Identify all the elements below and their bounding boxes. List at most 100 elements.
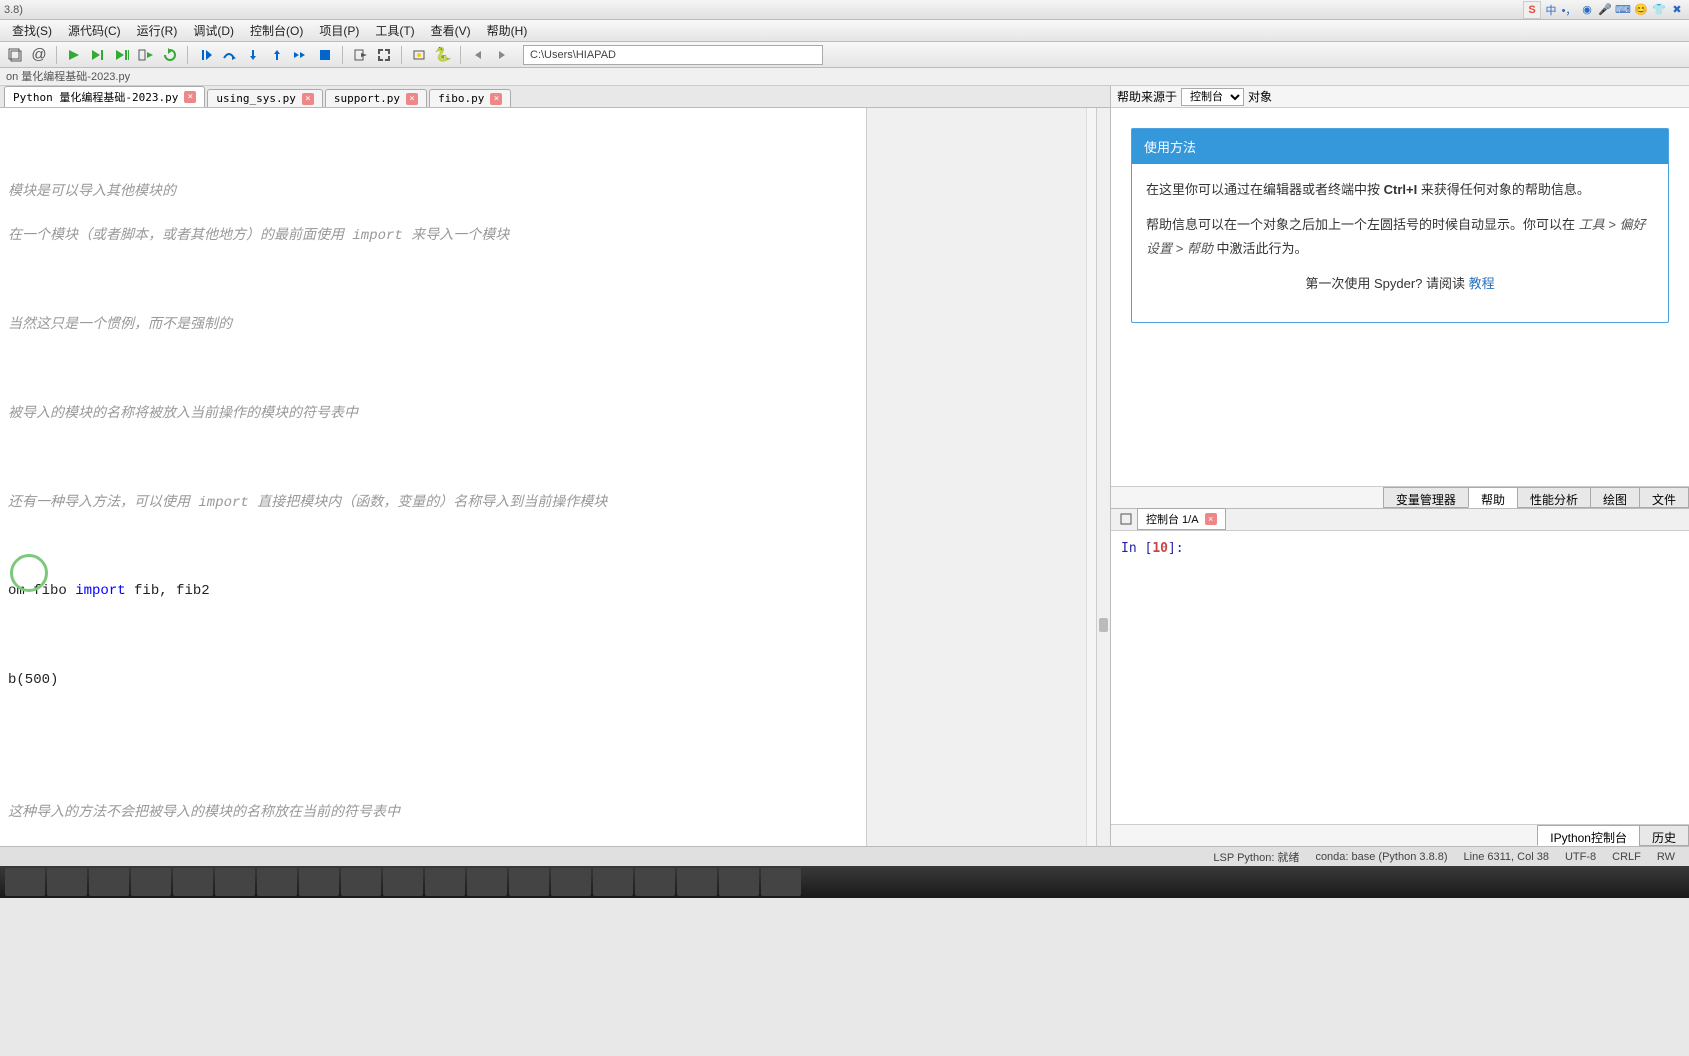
- code-comment: 模块是可以导入其他模块的: [8, 181, 858, 203]
- tab-label: Python 量化编程基础-2023.py: [13, 89, 178, 105]
- task-item[interactable]: [761, 868, 801, 896]
- pythonpath-icon[interactable]: [408, 44, 430, 66]
- menu-project[interactable]: 项目(P): [311, 20, 367, 41]
- task-item[interactable]: [341, 868, 381, 896]
- title-bar: 3.8) S 中 •， ◉ 🎤 ⌨ 😊 👕 ✖: [0, 0, 1689, 20]
- maximize-icon[interactable]: [373, 44, 395, 66]
- menu-view[interactable]: 查看(V): [423, 20, 479, 41]
- menu-debug[interactable]: 调试(D): [185, 20, 242, 41]
- task-item[interactable]: [47, 868, 87, 896]
- status-conda[interactable]: conda: base (Python 3.8.8): [1315, 851, 1447, 863]
- stop-icon[interactable]: [314, 44, 336, 66]
- run-cell-next-icon[interactable]: [111, 44, 133, 66]
- editor-tab-main[interactable]: Python 量化编程基础-2023.py ×: [4, 86, 205, 107]
- sogou-icon[interactable]: S: [1523, 1, 1541, 19]
- status-bar: LSP Python: 就绪 conda: base (Python 3.8.8…: [0, 846, 1689, 866]
- close-icon[interactable]: ×: [184, 91, 196, 103]
- editor-scrollbar[interactable]: [1096, 108, 1110, 846]
- close-icon[interactable]: ×: [406, 93, 418, 105]
- tab-history[interactable]: 历史: [1639, 825, 1689, 846]
- tab-help[interactable]: 帮助: [1468, 487, 1518, 508]
- ime-lang-icon[interactable]: 中: [1543, 2, 1559, 18]
- rerun-icon[interactable]: [159, 44, 181, 66]
- tab-profiler[interactable]: 性能分析: [1517, 487, 1591, 508]
- back-icon[interactable]: [467, 44, 489, 66]
- task-item[interactable]: [5, 868, 45, 896]
- tab-variable-explorer[interactable]: 变量管理器: [1383, 487, 1469, 508]
- file-path-label: on 量化编程基础-2023.py: [0, 68, 1689, 86]
- task-item[interactable]: [299, 868, 339, 896]
- continue-icon[interactable]: [290, 44, 312, 66]
- tab-plots[interactable]: 绘图: [1590, 487, 1640, 508]
- task-item[interactable]: [635, 868, 675, 896]
- run-icon[interactable]: [63, 44, 85, 66]
- console-bottom-tabs: IPython控制台 历史: [1111, 824, 1689, 846]
- editor-side-panel: [866, 108, 1086, 846]
- windows-taskbar[interactable]: [0, 866, 1689, 898]
- task-item[interactable]: [551, 868, 591, 896]
- task-item[interactable]: [215, 868, 255, 896]
- ime-punct-icon[interactable]: •，: [1561, 2, 1577, 18]
- code-line: om fibo import fib, fib2: [8, 580, 858, 602]
- working-dir-input[interactable]: [523, 45, 823, 65]
- ime-skin-icon[interactable]: 👕: [1651, 2, 1667, 18]
- editor-content[interactable]: 模块是可以导入其他模块的 在一个模块（或者脚本，或者其他地方）的最前面使用 im…: [0, 108, 1110, 846]
- editor-tab-support[interactable]: support.py ×: [325, 89, 427, 107]
- debug-icon[interactable]: [194, 44, 216, 66]
- task-item[interactable]: [509, 868, 549, 896]
- menu-search[interactable]: 查找(S): [4, 20, 60, 41]
- ime-keyboard-icon[interactable]: ⌨: [1615, 2, 1631, 18]
- tutorial-link[interactable]: 教程: [1469, 276, 1495, 291]
- task-item[interactable]: [131, 868, 171, 896]
- close-icon[interactable]: ×: [1205, 513, 1217, 525]
- ime-tool-icon[interactable]: ✖: [1669, 2, 1685, 18]
- code-comment: 当然这只是一个惯例，而不是强制的: [8, 314, 858, 336]
- at-icon[interactable]: @: [28, 44, 50, 66]
- editor-tab-fibo[interactable]: fibo.py ×: [429, 89, 511, 107]
- forward-icon[interactable]: [491, 44, 513, 66]
- console-prompt: In [10]:: [1121, 541, 1184, 556]
- app-version: 3.8): [4, 4, 23, 16]
- console-tab-1[interactable]: 控制台 1/A ×: [1137, 508, 1226, 530]
- step-into-icon[interactable]: [242, 44, 264, 66]
- task-item[interactable]: [593, 868, 633, 896]
- exit-debug-icon[interactable]: [349, 44, 371, 66]
- code-comment: 这种导入的方法不会把被导入的模块的名称放在当前的符号表中: [8, 802, 858, 824]
- tab-label: fibo.py: [438, 92, 484, 105]
- help-header: 帮助来源于 控制台 对象: [1111, 86, 1689, 108]
- menu-console[interactable]: 控制台(O): [242, 20, 311, 41]
- menu-tools[interactable]: 工具(T): [367, 20, 422, 41]
- tab-files[interactable]: 文件: [1639, 487, 1689, 508]
- menu-source[interactable]: 源代码(C): [60, 20, 129, 41]
- task-item[interactable]: [719, 868, 759, 896]
- python-icon[interactable]: 🐍: [432, 44, 454, 66]
- console-options-icon[interactable]: [1115, 508, 1137, 530]
- help-body: 使用方法 在这里你可以通过在编辑器或者终端中按 Ctrl+I 来获得任何对象的帮…: [1111, 108, 1689, 486]
- task-item[interactable]: [257, 868, 297, 896]
- menu-run[interactable]: 运行(R): [129, 20, 186, 41]
- task-item[interactable]: [467, 868, 507, 896]
- step-out-icon[interactable]: [266, 44, 288, 66]
- help-source-select[interactable]: 控制台: [1181, 88, 1244, 106]
- scrollbar-thumb[interactable]: [1099, 618, 1108, 632]
- run-selection-icon[interactable]: [135, 44, 157, 66]
- close-icon[interactable]: ×: [490, 93, 502, 105]
- task-item[interactable]: [89, 868, 129, 896]
- task-item[interactable]: [383, 868, 423, 896]
- console-body[interactable]: In [10]:: [1111, 531, 1689, 825]
- tab-ipython-console[interactable]: IPython控制台: [1537, 825, 1640, 846]
- run-cell-icon[interactable]: [87, 44, 109, 66]
- save-all-icon[interactable]: [4, 44, 26, 66]
- help-source-label: 帮助来源于: [1117, 88, 1177, 105]
- help-object-label: 对象: [1248, 88, 1272, 105]
- close-icon[interactable]: ×: [302, 93, 314, 105]
- task-item[interactable]: [173, 868, 213, 896]
- editor-tab-using-sys[interactable]: using_sys.py ×: [207, 89, 322, 107]
- ime-user-icon[interactable]: ◉: [1579, 2, 1595, 18]
- task-item[interactable]: [425, 868, 465, 896]
- menu-help[interactable]: 帮助(H): [479, 20, 536, 41]
- ime-emoji-icon[interactable]: 😊: [1633, 2, 1649, 18]
- step-over-icon[interactable]: [218, 44, 240, 66]
- task-item[interactable]: [677, 868, 717, 896]
- ime-mic-icon[interactable]: 🎤: [1597, 2, 1613, 18]
